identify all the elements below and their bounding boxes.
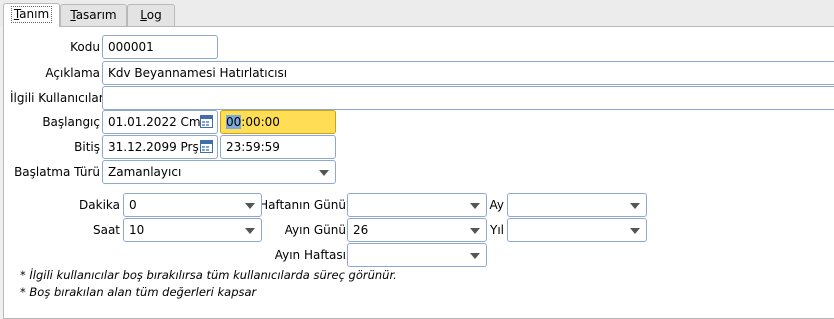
kodu-input[interactable]: 000001 xyxy=(102,35,218,59)
baslangic-time-input[interactable]: 00:00:00 xyxy=(220,110,336,134)
tab-tanim[interactable]: Tanım xyxy=(3,3,60,27)
bitis-label: Bitiş xyxy=(74,140,100,154)
ayin-gunu-value: 26 xyxy=(353,223,369,237)
tab-tanim-label: Tanım xyxy=(10,6,53,23)
bitis-date-input[interactable]: 31.12.2099 Prş xyxy=(102,135,218,159)
yil-select[interactable] xyxy=(507,218,647,242)
baslangic-date-input[interactable]: 01.01.2022 Cmt xyxy=(102,110,218,134)
saat-label: Saat xyxy=(92,223,120,237)
dakika-value: 0 xyxy=(129,198,137,212)
baslatma-turu-label: Başlatma Türü xyxy=(14,165,100,179)
bitis-date-value: 31.12.2099 Prş xyxy=(108,140,199,154)
tab-bar: Tanım Tasarım Log xyxy=(0,0,834,27)
ayin-haftasi-select[interactable] xyxy=(347,243,487,267)
chevron-down-icon xyxy=(319,170,329,176)
dakika-select[interactable]: 0 xyxy=(123,193,262,217)
chevron-down-icon xyxy=(470,253,480,259)
kodu-label: Kodu xyxy=(70,40,100,54)
saat-value: 10 xyxy=(129,223,145,237)
calendar-icon[interactable] xyxy=(200,140,213,153)
note-ilgili-kullanicilar: * İlgili kullanıcılar boş bırakılırsa tü… xyxy=(20,268,397,282)
aciklama-label: Açıklama xyxy=(45,66,100,80)
ilgili-kullanicilar-label: İlgili Kullanıcılar xyxy=(10,91,104,105)
baslangic-time-rest: :00:00 xyxy=(241,115,280,129)
chevron-down-icon xyxy=(630,228,640,234)
ay-select[interactable] xyxy=(507,193,647,217)
bitis-time-input[interactable]: 23:59:59 xyxy=(220,135,336,159)
baslangic-date-value: 01.01.2022 Cmt xyxy=(108,115,206,129)
ayin-haftasi-label: Ayın Haftası xyxy=(274,248,346,262)
tab-tasarim-label: Tasarım xyxy=(70,8,117,22)
baslatma-turu-value: Zamanlayıcı xyxy=(108,165,182,179)
dakika-label: Dakika xyxy=(79,198,120,212)
tab-log-label: Log xyxy=(140,8,162,22)
chevron-down-icon xyxy=(470,203,480,209)
note-bos-alan: * Boş bırakılan alan tüm değerleri kapsa… xyxy=(20,285,257,299)
chevron-down-icon xyxy=(630,203,640,209)
baslatma-turu-select[interactable]: Zamanlayıcı xyxy=(102,160,336,184)
baslangic-label: Başlangıç xyxy=(42,115,100,129)
chevron-down-icon xyxy=(470,228,480,234)
ilgili-kullanicilar-input[interactable] xyxy=(102,86,834,110)
tab-log[interactable]: Log xyxy=(127,4,175,26)
calendar-icon[interactable] xyxy=(200,115,213,128)
tab-tasarim[interactable]: Tasarım xyxy=(60,4,127,26)
ayin-gunu-select[interactable]: 26 xyxy=(347,218,487,242)
haftanin-gunu-select[interactable] xyxy=(347,193,487,217)
chevron-down-icon xyxy=(245,228,255,234)
chevron-down-icon xyxy=(245,203,255,209)
saat-select[interactable]: 10 xyxy=(123,218,262,242)
baslangic-time-selected: 00 xyxy=(226,115,242,129)
aciklama-input[interactable]: Kdv Beyannamesi Hatırlatıcısı xyxy=(102,61,834,85)
